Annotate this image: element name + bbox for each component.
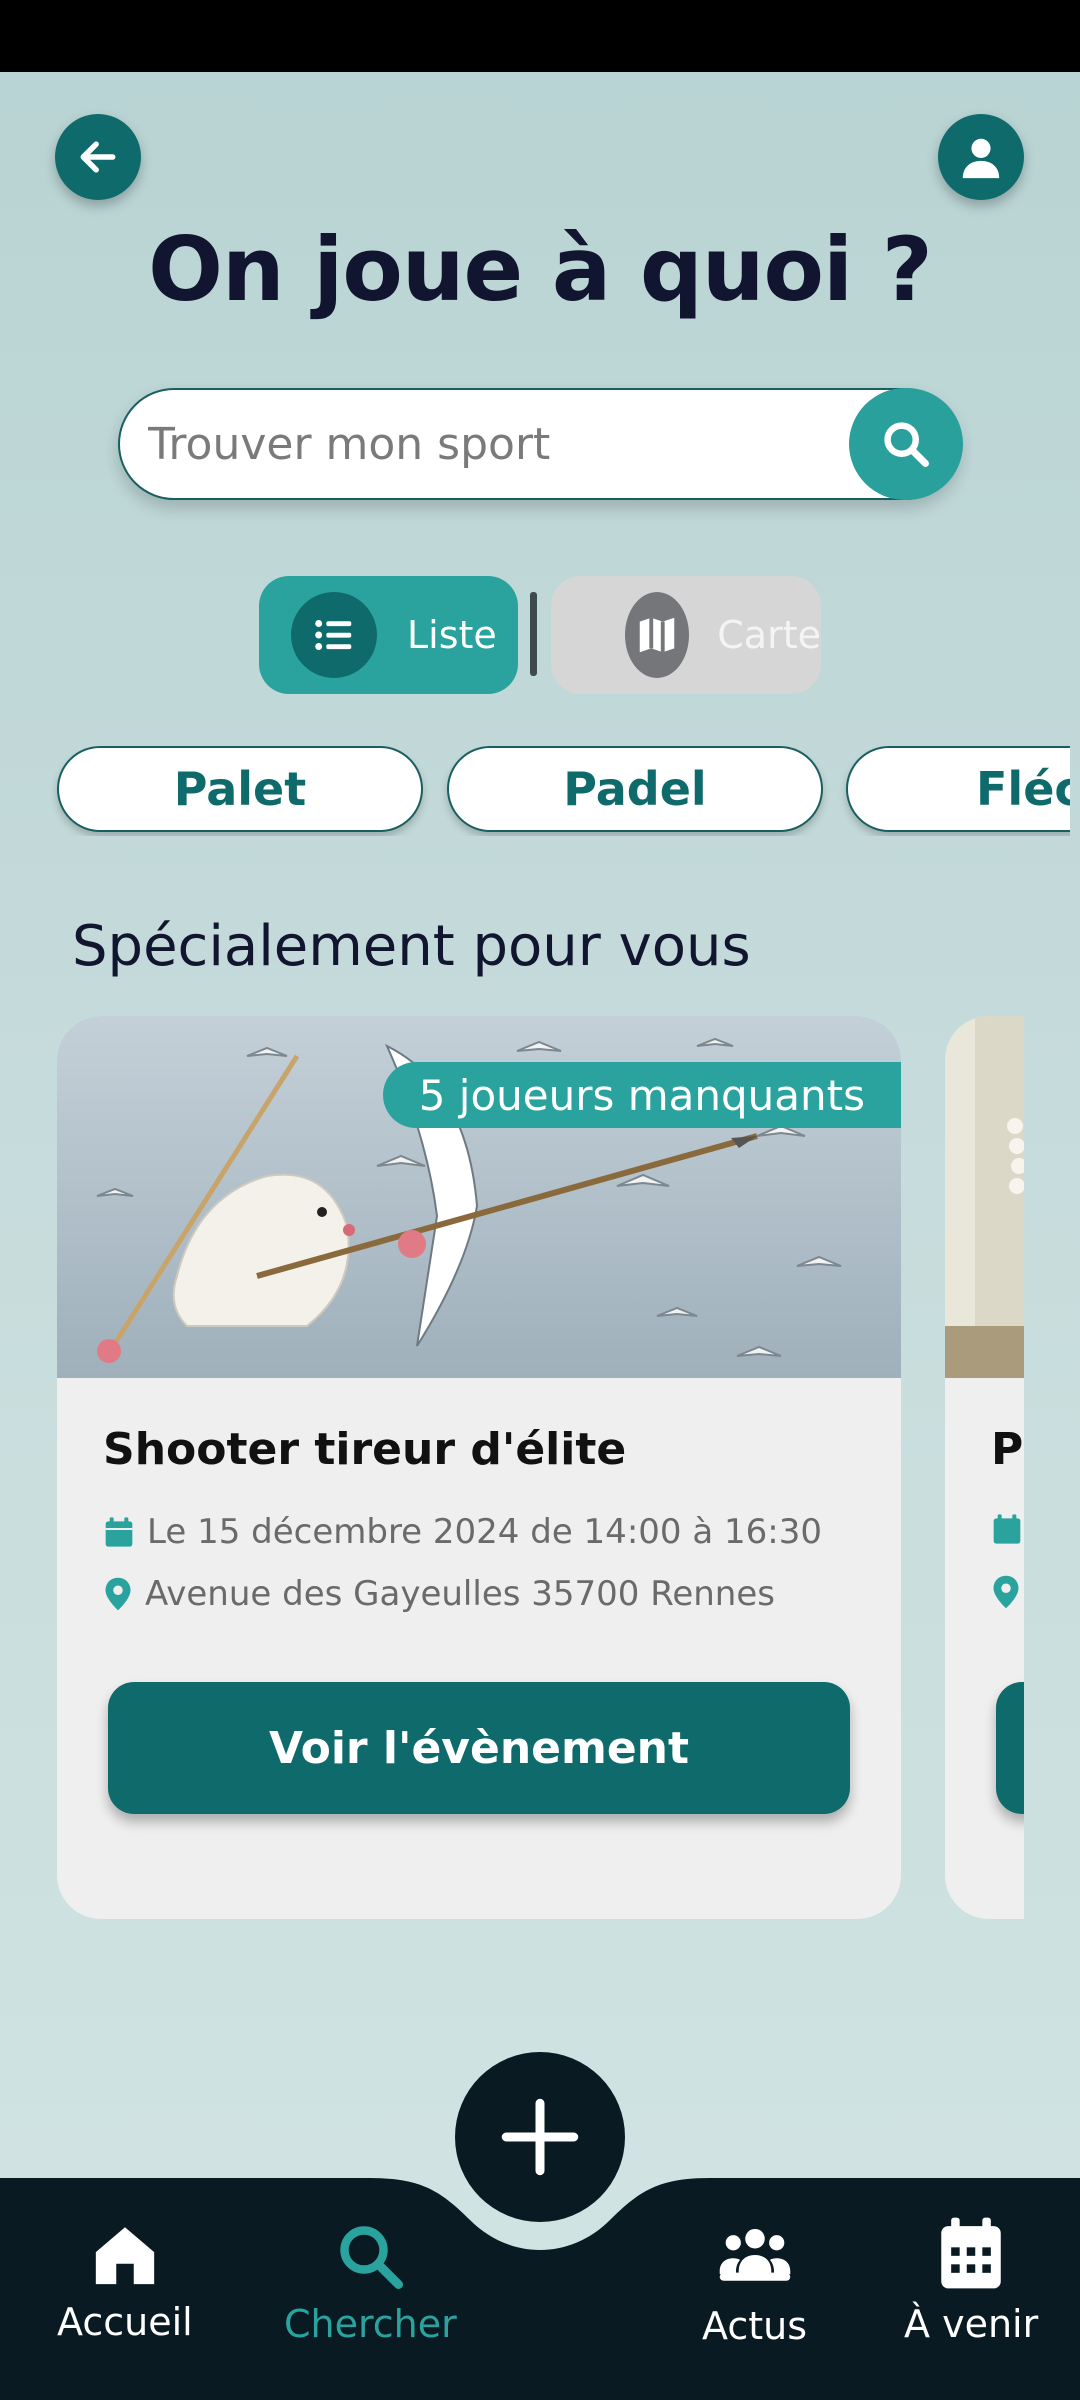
map-icon [625, 592, 690, 678]
nav-home[interactable]: Accueil [57, 2220, 193, 2344]
status-bar [0, 0, 1080, 72]
chip-padel[interactable]: Padel [447, 746, 823, 832]
event-title: Pa [991, 1424, 1024, 1475]
home-icon [95, 2227, 155, 2285]
profile-button[interactable] [938, 114, 1024, 200]
back-button[interactable] [55, 114, 141, 200]
nav-upcoming[interactable]: À venir [904, 2216, 1038, 2346]
calendar-icon [105, 1517, 133, 1547]
missing-players-badge: 5 joueurs manquants [382, 1062, 901, 1128]
view-event-button[interactable]: Voir l'évènement [108, 1682, 850, 1814]
search-button[interactable] [849, 388, 963, 500]
event-date-row: Le 15 décembre 2024 de 14:00 à 16:30 [103, 1512, 822, 1552]
view-event-button[interactable] [996, 1682, 1024, 1814]
toggle-divider [530, 592, 537, 676]
sport-chip-list: Palet Padel Fléchettes [0, 746, 1070, 836]
add-event-button[interactable] [455, 2052, 625, 2222]
chip-palet[interactable]: Palet [57, 746, 423, 832]
user-icon [962, 138, 1000, 179]
search-icon [884, 422, 929, 467]
event-location: Avenue des Gayeulles 35700 Rennes [145, 1574, 775, 1614]
plus-icon [501, 2098, 579, 2176]
nav-search[interactable]: Chercher [284, 2220, 457, 2346]
search-bar [118, 388, 963, 500]
event-card: 5 joueurs manquants Shooter tireur d'éli… [57, 1016, 901, 1919]
event-date: Le 15 décembre 2024 de 14:00 à 16:30 [147, 1512, 822, 1552]
location-pin-icon [993, 1575, 1019, 1609]
event-location-row [991, 1574, 1024, 1610]
nav-search-label: Chercher [284, 2302, 457, 2346]
section-title: Spécialement pour vous [72, 914, 751, 979]
page-title: On joue à quoi ? [148, 218, 933, 321]
event-title: Shooter tireur d'élite [103, 1424, 627, 1475]
search-input[interactable] [148, 390, 828, 498]
event-image [945, 1016, 1024, 1378]
map-view-label: Carte [717, 613, 821, 657]
users-icon [719, 2228, 790, 2281]
event-image: 5 joueurs manquants [57, 1016, 901, 1378]
event-date-row [991, 1512, 1024, 1546]
calendar-icon [941, 2217, 1001, 2289]
event-card-carousel: 5 joueurs manquants Shooter tireur d'éli… [0, 1016, 1024, 1921]
calendar-icon [993, 1514, 1021, 1544]
nav-news[interactable]: Actus [702, 2220, 807, 2348]
location-pin-icon [105, 1577, 131, 1611]
nav-upcoming-label: À venir [904, 2302, 1039, 2346]
search-icon [340, 2226, 404, 2289]
event-location-row: Avenue des Gayeulles 35700 Rennes [103, 1574, 775, 1614]
map-view-toggle[interactable]: Carte [551, 576, 821, 694]
chip-flechettes[interactable]: Fléchettes [846, 746, 1070, 832]
list-icon [291, 592, 377, 678]
event-card: Pa [945, 1016, 1024, 1919]
list-view-toggle[interactable]: Liste [259, 576, 518, 694]
list-view-label: Liste [407, 613, 497, 657]
nav-home-label: Accueil [57, 2300, 193, 2344]
arrow-left-icon [80, 141, 116, 173]
nav-news-label: Actus [702, 2304, 808, 2348]
